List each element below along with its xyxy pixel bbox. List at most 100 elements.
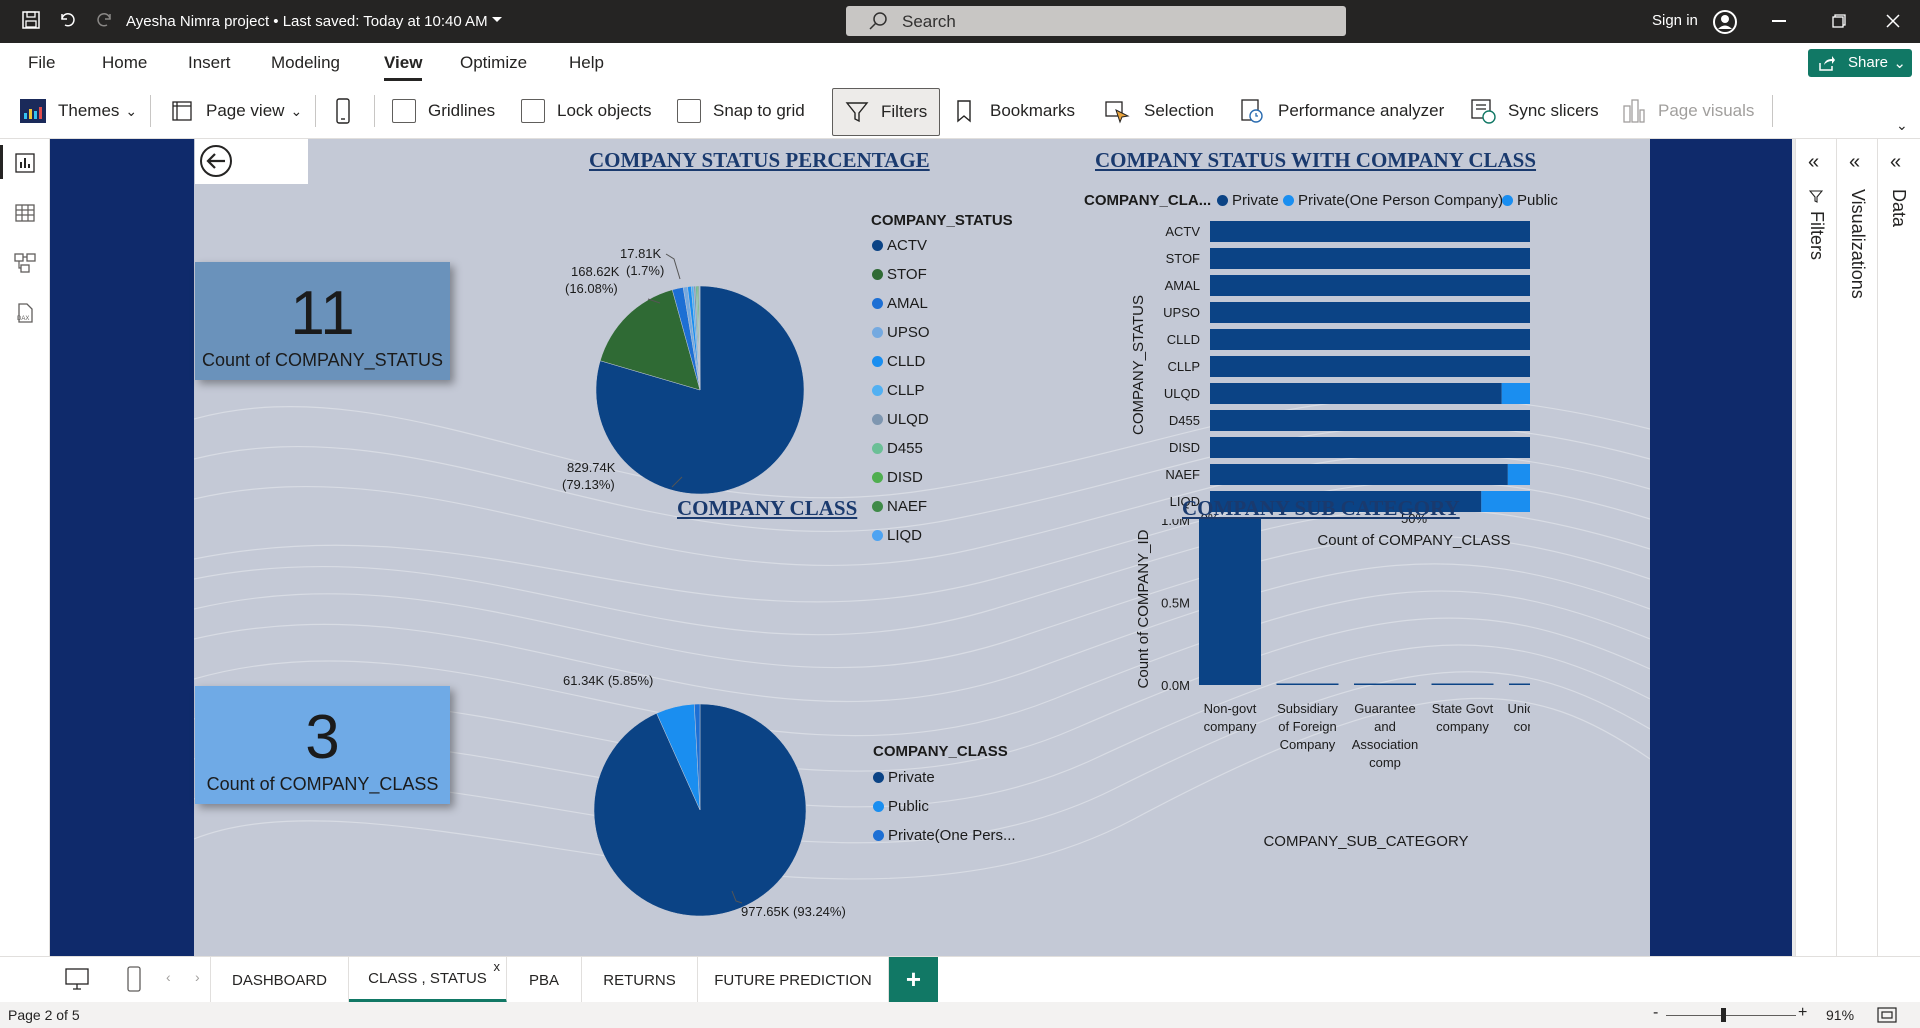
search-input[interactable]: Search <box>846 6 1346 36</box>
x-tick-label: Company <box>1280 737 1336 752</box>
pie-data-label: 829.74K <box>567 460 616 475</box>
tab-modeling[interactable]: Modeling <box>271 53 340 73</box>
redo-icon[interactable] <box>94 10 116 32</box>
bar-segment <box>1481 491 1530 512</box>
dax-query-view-icon[interactable]: DAX <box>13 301 37 325</box>
add-page-button[interactable]: + <box>889 957 938 1003</box>
legend-dot <box>873 830 884 841</box>
tab-file[interactable]: File <box>28 53 55 73</box>
bar-segment <box>1507 464 1530 485</box>
sub-category-column-chart[interactable]: 0.0M 0.5M 1.0M Non-govt company Subsidiary of … <box>1080 519 1530 849</box>
sign-in-link[interactable]: Sign in <box>1652 12 1698 29</box>
zoom-slider-thumb[interactable] <box>1721 1008 1726 1022</box>
page-tab-pba[interactable]: PBA <box>507 957 582 1003</box>
report-canvas-area: 11 Count of COMPANY_STATUS 3 Count of CO… <box>50 139 1795 956</box>
status-legend-item[interactable]: ULQD <box>872 411 929 428</box>
class-legend-item[interactable]: Private(One Pers... <box>873 827 1016 844</box>
legend-dot <box>873 772 884 783</box>
filters-pane-button[interactable]: Filters <box>832 88 941 136</box>
page-visuals-button[interactable]: Page visuals <box>1622 83 1754 139</box>
table-view-icon[interactable] <box>13 201 37 225</box>
tab-home[interactable]: Home <box>102 53 147 73</box>
themes-button[interactable]: Themes ⌄ <box>20 83 137 139</box>
status-legend-item[interactable]: DISD <box>872 469 923 486</box>
status-legend-item[interactable]: CLLD <box>872 353 925 370</box>
report-view-icon[interactable] <box>13 151 37 175</box>
zoom-out-icon[interactable]: - <box>1653 1004 1658 1022</box>
filters-pane-collapsed[interactable]: « Filters <box>1795 139 1836 959</box>
status-legend-item[interactable]: STOF <box>872 266 927 283</box>
status-legend-item[interactable]: UPSO <box>872 324 930 341</box>
page-tab-returns[interactable]: RETURNS <box>582 957 698 1003</box>
tab-help[interactable]: Help <box>569 53 604 73</box>
visualizations-pane-collapsed[interactable]: « Visualizations <box>1836 139 1877 959</box>
bookmarks-label: Bookmarks <box>990 101 1076 120</box>
expand-filters-icon[interactable]: « <box>1808 151 1819 174</box>
mobile-layout-icon[interactable] <box>126 966 142 992</box>
tab-view[interactable]: View <box>384 53 423 81</box>
page-view-button[interactable]: Page view ⌄ <box>170 83 302 139</box>
data-pane-collapsed[interactable]: « Data <box>1877 139 1918 959</box>
tab-optimize[interactable]: Optimize <box>460 53 527 73</box>
close-icon[interactable] <box>1886 14 1900 33</box>
status-legend-item[interactable]: CLLP <box>872 382 925 399</box>
page-tab-future-prediction[interactable]: FUTURE PREDICTION <box>698 957 889 1003</box>
mobile-layout-button[interactable] <box>334 83 352 139</box>
bookmarks-button[interactable]: Bookmarks <box>954 83 1075 139</box>
page-tab-bar: ‹ › DASHBOARD CLASS , STATUS x PBA RETUR… <box>0 956 1920 1003</box>
toolbar-divider <box>1772 95 1773 127</box>
class-legend-item[interactable]: Private <box>873 769 935 786</box>
restore-icon[interactable] <box>1832 14 1846 33</box>
legend-dot <box>872 240 883 251</box>
class-legend-item[interactable]: Public <box>873 798 929 815</box>
kpi-value: 11 <box>290 279 355 348</box>
zoom-slider-track[interactable] <box>1666 1015 1796 1016</box>
snap-to-grid-checkbox[interactable]: Snap to grid <box>677 83 805 139</box>
sync-slicers-button[interactable]: Sync slicers <box>1470 83 1599 139</box>
performance-analyzer-button[interactable]: Performance analyzer <box>1240 83 1444 139</box>
snap-to-grid-box[interactable] <box>677 99 701 123</box>
y-tick-label: NAEF <box>1165 467 1200 482</box>
zoom-in-icon[interactable]: + <box>1798 1004 1807 1022</box>
bar-segment <box>1210 302 1530 323</box>
undo-icon[interactable] <box>56 10 78 32</box>
page-view-chevron-icon: ⌄ <box>290 102 303 119</box>
selection-button[interactable]: Selection <box>1104 83 1214 139</box>
expand-ribbon-chevron-icon[interactable]: ⌄ <box>1896 117 1908 134</box>
bar-segment <box>1210 410 1530 431</box>
gridlines-checkbox[interactable]: Gridlines <box>392 83 495 139</box>
save-icon[interactable] <box>20 10 42 32</box>
model-view-icon[interactable] <box>13 251 37 275</box>
status-legend-item[interactable]: NAEF <box>872 498 927 515</box>
share-button[interactable]: Share ⌄ <box>1808 49 1912 77</box>
y-tick-label: 1.0M <box>1161 519 1190 528</box>
back-button[interactable] <box>195 139 308 184</box>
share-label: Share <box>1848 54 1889 71</box>
minimize-icon[interactable] <box>1772 20 1786 22</box>
status-legend-item[interactable]: AMAL <box>872 295 928 312</box>
performance-analyzer-label: Performance analyzer <box>1278 101 1445 120</box>
scroll-tabs-left-icon[interactable]: ‹ <box>166 969 171 985</box>
lock-objects-checkbox[interactable]: Lock objects <box>521 83 652 139</box>
legend-label: ULQD <box>887 411 929 428</box>
scroll-tabs-right-icon[interactable]: › <box>195 969 200 985</box>
lock-objects-box[interactable] <box>521 99 545 123</box>
status-legend-item[interactable]: ACTV <box>872 237 927 254</box>
bar-segment <box>1210 221 1530 242</box>
page-tab-dashboard[interactable]: DASHBOARD <box>210 957 349 1003</box>
tab-insert[interactable]: Insert <box>188 53 231 73</box>
status-legend-item[interactable]: D455 <box>872 440 923 457</box>
fit-to-page-icon[interactable] <box>1876 1006 1898 1024</box>
close-tab-icon[interactable]: x <box>494 959 501 974</box>
expand-data-icon[interactable]: « <box>1890 151 1901 174</box>
page-tab-class-status[interactable]: CLASS , STATUS x <box>349 957 507 1003</box>
desktop-layout-icon[interactable] <box>64 967 90 991</box>
status-legend-item[interactable]: LIQD <box>872 527 922 544</box>
expand-visualizations-icon[interactable]: « <box>1849 151 1860 174</box>
kpi-card-status-count: 11 Count of COMPANY_STATUS <box>195 262 450 380</box>
title-dropdown-icon[interactable] <box>490 13 504 32</box>
x-axis-title: COMPANY_SUB_CATEGORY <box>1263 833 1468 849</box>
gridlines-box[interactable] <box>392 99 416 123</box>
account-icon[interactable] <box>1712 9 1738 40</box>
x-tick-label: comp <box>1369 755 1401 770</box>
